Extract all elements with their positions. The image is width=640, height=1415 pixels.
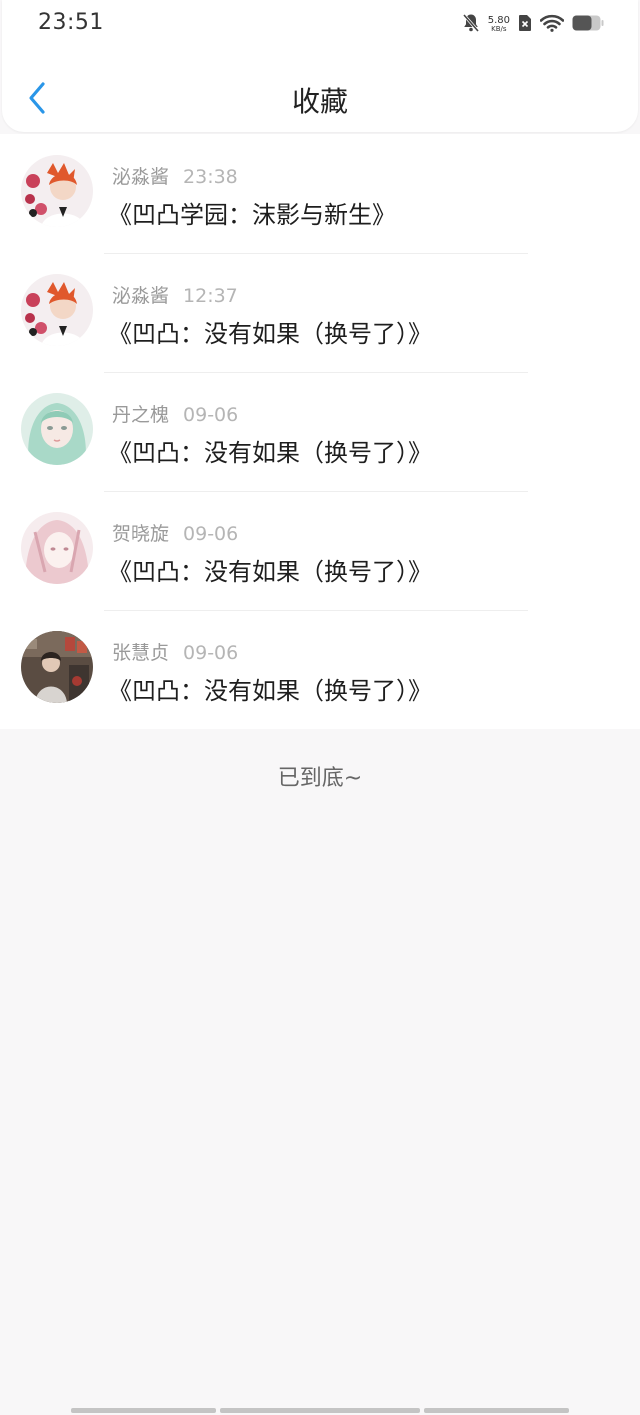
net-speed: 5.80 KB/s <box>488 16 510 34</box>
favorites-list: 泌淼酱 23:38 《凹凸学园：沫影与新生》 泌淼酱 12:37 《凹凸：没有如果（… <box>0 134 640 729</box>
post-time: 23:38 <box>183 166 238 188</box>
home-indicator-left <box>71 1408 216 1413</box>
author-name: 贺晓旋 <box>112 523 170 545</box>
book-title: 《凹凸学园：沫影与新生》 <box>108 201 396 229</box>
avatar <box>21 631 93 703</box>
wifi-icon <box>539 14 565 36</box>
home-indicator-right <box>424 1408 569 1413</box>
sim-none-icon <box>518 14 532 36</box>
status-icons: 5.80 KB/s <box>462 12 604 38</box>
favorite-item[interactable]: 泌淼酱 12:37 《凹凸：没有如果（换号了）》 <box>0 253 640 372</box>
favorite-item[interactable]: 泌淼酱 23:38 《凹凸学园：沫影与新生》 <box>0 134 640 253</box>
favorite-item[interactable]: 贺晓旋 09-06 《凹凸：没有如果（换号了）》 <box>0 491 640 610</box>
avatar <box>21 274 93 346</box>
bell-muted-icon <box>462 13 480 37</box>
favorite-meta: 张慧贞 09-06 <box>112 638 238 665</box>
post-time: 09-06 <box>183 404 239 426</box>
favorite-meta: 贺晓旋 09-06 <box>112 519 238 546</box>
author-name: 丹之槐 <box>112 404 170 426</box>
favorite-item[interactable]: 张慧贞 09-06 《凹凸：没有如果（换号了）》 <box>0 610 640 729</box>
author-name: 泌淼酱 <box>112 166 170 188</box>
avatar <box>21 155 93 227</box>
post-time: 09-06 <box>183 523 239 545</box>
avatar <box>21 512 93 584</box>
favorite-meta: 泌淼酱 12:37 <box>112 281 238 308</box>
book-title: 《凹凸：没有如果（换号了）》 <box>108 439 432 467</box>
book-title: 《凹凸：没有如果（换号了）》 <box>108 677 432 705</box>
status-time: 23:51 <box>38 10 104 35</box>
book-title: 《凹凸：没有如果（换号了）》 <box>108 558 432 586</box>
book-title: 《凹凸：没有如果（换号了）》 <box>108 320 432 348</box>
post-time: 12:37 <box>183 285 238 307</box>
post-time: 09-06 <box>183 642 239 664</box>
battery-icon <box>572 14 604 36</box>
author-name: 泌淼酱 <box>112 285 170 307</box>
page-title: 收藏 <box>291 85 348 118</box>
favorite-meta: 丹之槐 09-06 <box>112 400 238 427</box>
favorite-meta: 泌淼酱 23:38 <box>112 162 238 189</box>
favorite-item[interactable]: 丹之槐 09-06 《凹凸：没有如果（换号了）》 <box>0 372 640 491</box>
top-bar: 23:51 5.80 KB/s 收藏 <box>2 0 638 132</box>
net-speed-unit: KB/s <box>491 25 507 33</box>
net-speed-value: 5.80 <box>487 15 510 26</box>
author-name: 张慧贞 <box>112 642 170 664</box>
home-indicator-center <box>220 1408 420 1413</box>
avatar <box>21 393 93 465</box>
end-of-list-text: 已到底~ <box>277 766 363 791</box>
